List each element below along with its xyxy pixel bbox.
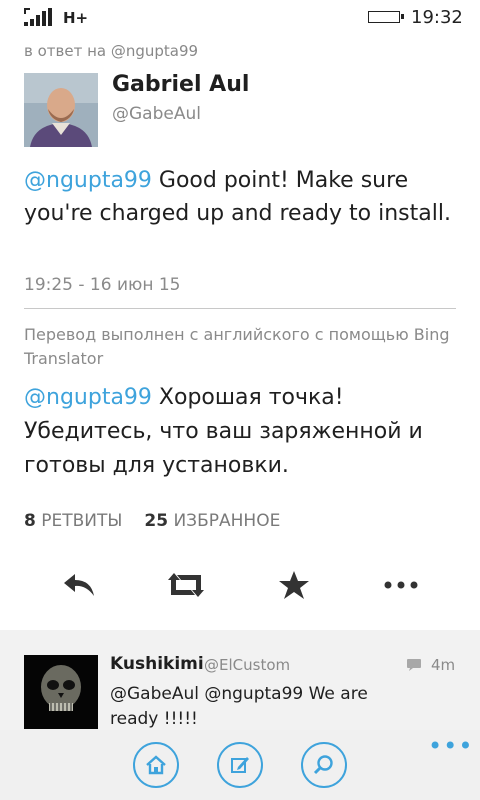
reply-author-handle[interactable]: @ElCustom <box>204 656 290 674</box>
status-time: 19:32 <box>411 7 463 28</box>
network-type: H+ <box>63 9 89 27</box>
tweet-stats: 8 РЕТВИТЫ 25 ИЗБРАННОЕ <box>24 511 280 531</box>
divider <box>24 308 456 309</box>
more-icon <box>384 581 418 589</box>
more-button[interactable] <box>378 562 424 608</box>
tweet-mention-link[interactable]: @ngupta99 <box>24 168 152 193</box>
retweets-label: РЕТВИТЫ <box>41 511 123 531</box>
author-handle[interactable]: @GabeAul <box>112 104 201 124</box>
translation-note: Перевод выполнен с английского с помощью… <box>24 325 450 368</box>
retweets-stat[interactable]: 8 РЕТВИТЫ <box>24 511 122 531</box>
reply-icon <box>64 574 94 596</box>
favorite-icon <box>279 571 309 599</box>
conversation-icon <box>407 659 421 671</box>
app-bar-more-icon[interactable]: ••• <box>428 732 473 760</box>
favorite-button[interactable] <box>271 562 317 608</box>
author-avatar[interactable] <box>24 73 98 147</box>
tweet-timestamp: 19:25 - 16 июн 15 <box>24 275 181 295</box>
favorites-count: 25 <box>144 511 169 531</box>
tweet-text: @ngupta99 Good point! Make sure you're c… <box>24 164 464 230</box>
in-reply-to-link[interactable]: в ответ на @ngupta99 <box>24 42 198 60</box>
home-icon <box>146 755 166 775</box>
compose-icon <box>231 757 249 773</box>
tweet-actions <box>0 562 480 608</box>
home-button[interactable] <box>133 742 179 788</box>
reply-tweet[interactable]: Kushikimi @ElCustom 4m @GabeAul @ngupta9… <box>0 630 480 730</box>
status-bar: H+ 19:32 <box>0 0 480 34</box>
search-button[interactable] <box>301 742 347 788</box>
search-icon <box>313 755 333 775</box>
retweets-count: 8 <box>24 511 36 531</box>
battery-icon <box>368 11 404 23</box>
compose-button[interactable] <box>217 742 263 788</box>
favorites-stat[interactable]: 25 ИЗБРАННОЕ <box>144 511 280 531</box>
reply-author-name[interactable]: Kushikimi <box>110 654 204 674</box>
signal-strength-icon <box>24 8 52 26</box>
reply-timestamp: 4m <box>431 656 456 674</box>
translated-text: @ngupta99 Хорошая точка! Убедитесь, что … <box>24 381 464 483</box>
favorites-label: ИЗБРАННОЕ <box>173 511 281 531</box>
reply-text: @GabeAul @ngupta99 We are ready !!!!! <box>110 684 368 729</box>
translated-mention-link[interactable]: @ngupta99 <box>24 385 152 410</box>
author-name[interactable]: Gabriel Aul <box>112 72 249 97</box>
reply-author-avatar[interactable] <box>24 655 98 729</box>
retweet-icon <box>168 573 204 597</box>
reply-button[interactable] <box>56 562 102 608</box>
app-bar: ••• <box>0 730 480 800</box>
retweet-button[interactable] <box>163 562 209 608</box>
